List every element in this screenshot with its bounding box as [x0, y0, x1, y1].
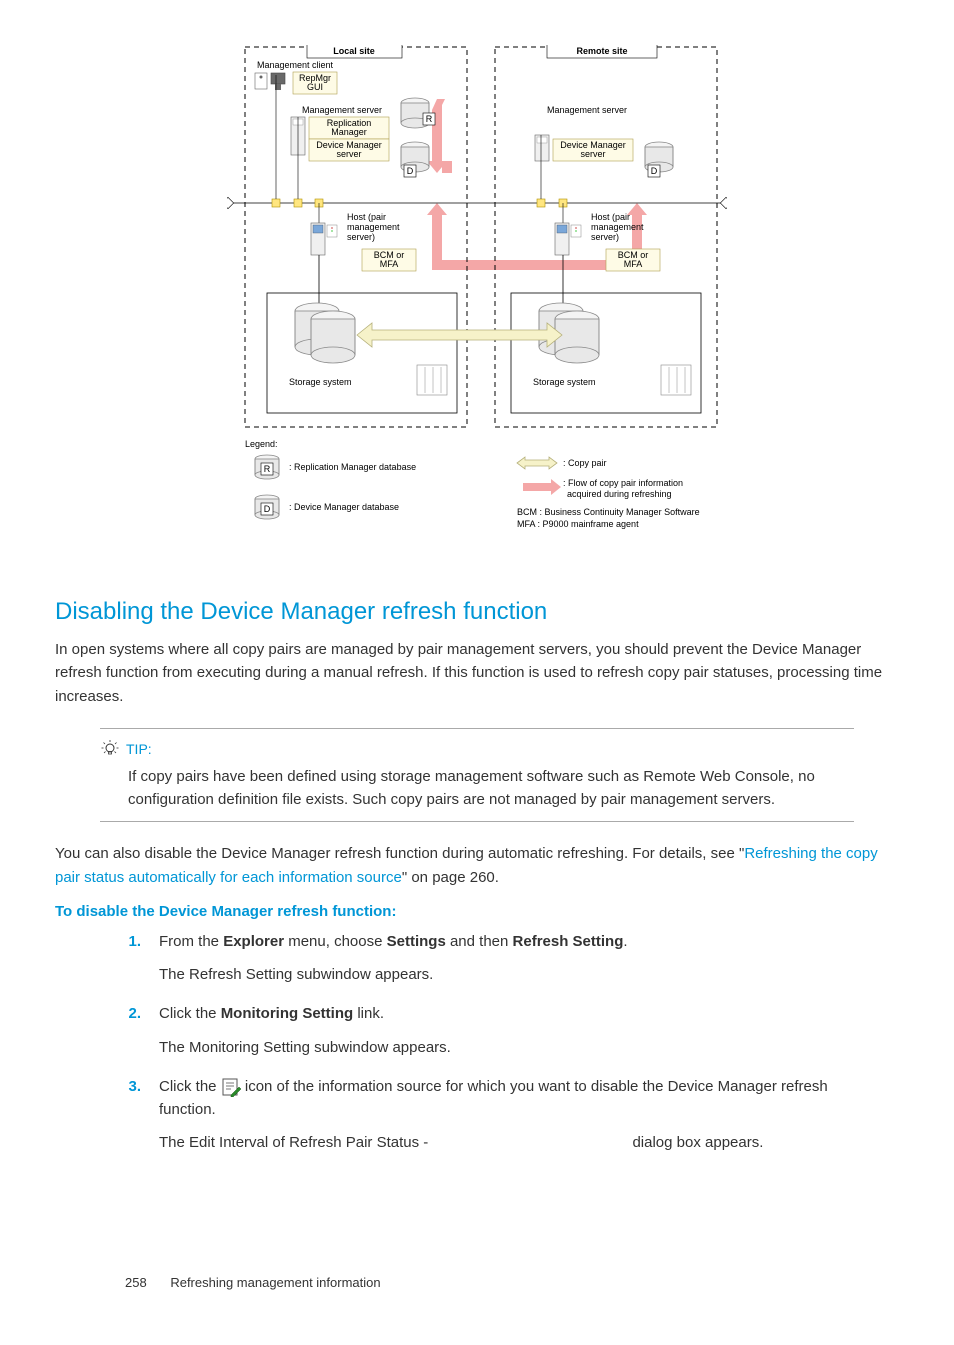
- page-footer: 258 Refreshing management information: [55, 1275, 899, 1290]
- r-cylinder-local: R: [401, 98, 435, 128]
- client-icon: [255, 73, 285, 90]
- para-auto-refresh: You can also disable the Device Manager …: [55, 842, 899, 889]
- svg-text:D: D: [407, 166, 414, 176]
- svg-text:MFA : P9000 mainframe agent: MFA : P9000 mainframe agent: [517, 519, 639, 529]
- local-site-label: Local site: [333, 46, 375, 56]
- chapter-title: Refreshing management information: [170, 1275, 380, 1290]
- step-number: 2.: [125, 1002, 141, 1059]
- svg-text:R: R: [264, 464, 271, 474]
- edit-icon: [221, 1077, 241, 1097]
- host-local-icon: [311, 223, 325, 255]
- svg-text:R: R: [426, 114, 433, 124]
- svg-text:server): server): [347, 232, 375, 242]
- svg-text:MFA: MFA: [624, 259, 643, 269]
- step-number: 3.: [125, 1075, 141, 1155]
- step-result: The Monitoring Setting subwindow appears…: [159, 1036, 869, 1059]
- tip-block: TIP: If copy pairs have been defined usi…: [100, 728, 854, 823]
- step-result: The Refresh Setting subwindow appears.: [159, 963, 869, 986]
- tip-body: If copy pairs have been defined using st…: [128, 765, 854, 812]
- document-page: Local site Remote site Management client…: [0, 0, 954, 1345]
- architecture-diagram: Local site Remote site Management client…: [227, 45, 727, 568]
- procedure-steps: 1. From the Explorer menu, choose Settin…: [125, 930, 869, 1155]
- lightbulb-icon: [100, 739, 120, 759]
- svg-text:management: management: [591, 222, 644, 232]
- d-cylinder-local: D: [401, 142, 429, 177]
- storage-cyl-local: [295, 303, 355, 363]
- svg-text:D: D: [651, 166, 658, 176]
- svg-text:acquired during refreshing: acquired during refreshing: [567, 489, 672, 499]
- legend-r: R: [255, 455, 279, 479]
- svg-text:server: server: [336, 149, 361, 159]
- svg-text:Storage system: Storage system: [533, 377, 596, 387]
- procedure-subtitle: To disable the Device Manager refresh fu…: [55, 903, 899, 920]
- copy-pair-arrow: [357, 323, 562, 347]
- svg-text:BCM : Business Continuity Mana: BCM : Business Continuity Manager Softwa…: [517, 507, 700, 517]
- flow-arrows: [427, 99, 647, 270]
- step-3: 3. Click the icon of the information sou…: [125, 1075, 869, 1155]
- legend-flow-arrow: [523, 479, 561, 495]
- svg-text:management: management: [347, 222, 400, 232]
- legend-copy-arrow: [517, 457, 557, 469]
- server-remote-icon: [535, 135, 549, 161]
- d-cylinder-remote: D: [645, 142, 673, 177]
- svg-text:: Flow of copy pair informatio: : Flow of copy pair information: [563, 478, 683, 488]
- step-result: The Edit Interval of Refresh Pair Status…: [159, 1131, 869, 1154]
- mgmt-client-label: Management client: [257, 60, 334, 70]
- page-number: 258: [125, 1275, 147, 1290]
- legend-d: D: [255, 495, 279, 519]
- step-number: 1.: [125, 930, 141, 987]
- svg-text:Host (pair: Host (pair: [591, 212, 630, 222]
- tip-rule-top: [100, 728, 854, 729]
- intro-paragraph: In open systems where all copy pairs are…: [55, 638, 899, 708]
- svg-text:Host (pair: Host (pair: [347, 212, 386, 222]
- svg-text:Storage system: Storage system: [289, 377, 352, 387]
- step-1: 1. From the Explorer menu, choose Settin…: [125, 930, 869, 987]
- remote-site-label: Remote site: [576, 46, 627, 56]
- section-title: Disabling the Device Manager refresh fun…: [55, 598, 899, 626]
- svg-text:server: server: [580, 149, 605, 159]
- legend-label: Legend:: [245, 439, 278, 449]
- step-2: 2. Click the Monitoring Setting link. Th…: [125, 1002, 869, 1059]
- mgmt-server-remote-label: Management server: [547, 105, 627, 115]
- svg-text:D: D: [264, 504, 271, 514]
- tip-rule-bottom: [100, 821, 854, 822]
- svg-text:: Device Manager database: : Device Manager database: [289, 502, 399, 512]
- host-remote-icon: [555, 223, 569, 255]
- svg-text:server): server): [591, 232, 619, 242]
- svg-text:GUI: GUI: [307, 82, 323, 92]
- tip-label: TIP:: [126, 741, 152, 757]
- mgmt-server-local-label: Management server: [302, 105, 382, 115]
- svg-text:: Copy pair: : Copy pair: [563, 458, 607, 468]
- svg-text:MFA: MFA: [380, 259, 399, 269]
- svg-text:: Replication Manager database: : Replication Manager database: [289, 462, 416, 472]
- svg-text:Manager: Manager: [331, 127, 367, 137]
